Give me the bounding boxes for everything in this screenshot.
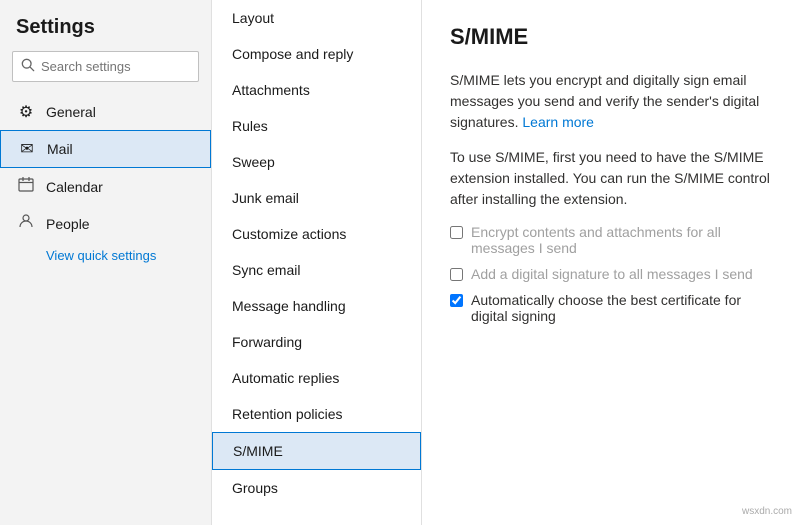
gear-icon: ⚙ <box>16 102 36 122</box>
learn-more-link[interactable]: Learn more <box>522 114 594 130</box>
middle-item-groups[interactable]: Groups <box>212 470 421 506</box>
sidebar-item-mail[interactable]: ✉ Mail <box>0 130 211 168</box>
checkbox-row-autocert: Automatically choose the best certificat… <box>450 292 772 324</box>
sidebar-item-label-calendar: Calendar <box>46 179 103 195</box>
mail-icon: ✉ <box>17 139 37 159</box>
sidebar-item-label-general: General <box>46 104 96 120</box>
calendar-icon <box>16 176 36 197</box>
main-content: S/MIME S/MIME lets you encrypt and digit… <box>422 0 800 525</box>
middle-panel: Layout Compose and reply Attachments Rul… <box>212 0 422 525</box>
description-2: To use S/MIME, first you need to have th… <box>450 147 772 210</box>
middle-item-forwarding[interactable]: Forwarding <box>212 324 421 360</box>
people-icon <box>16 213 36 234</box>
sidebar-item-general[interactable]: ⚙ General <box>0 94 211 130</box>
sidebar-item-label-people: People <box>46 216 90 232</box>
watermark: wsxdn.com <box>742 506 792 517</box>
middle-item-rules[interactable]: Rules <box>212 108 421 144</box>
sidebar-item-label-mail: Mail <box>47 141 73 157</box>
sidebar: Settings ⚙ General ✉ Mail Calendar <box>0 0 212 525</box>
signature-label: Add a digital signature to all messages … <box>471 266 753 282</box>
middle-item-sync[interactable]: Sync email <box>212 252 421 288</box>
checkbox-row-encrypt: Encrypt contents and attachments for all… <box>450 224 772 256</box>
sidebar-item-calendar[interactable]: Calendar <box>0 168 211 205</box>
app-title: Settings <box>0 16 211 51</box>
middle-item-sweep[interactable]: Sweep <box>212 144 421 180</box>
middle-item-smime[interactable]: S/MIME <box>212 432 421 470</box>
middle-item-junk[interactable]: Junk email <box>212 180 421 216</box>
description-1: S/MIME lets you encrypt and digitally si… <box>450 70 772 133</box>
sidebar-item-people[interactable]: People <box>0 205 211 242</box>
middle-item-customize[interactable]: Customize actions <box>212 216 421 252</box>
middle-item-message[interactable]: Message handling <box>212 288 421 324</box>
encrypt-checkbox[interactable] <box>450 226 463 239</box>
middle-item-compose[interactable]: Compose and reply <box>212 36 421 72</box>
encrypt-label: Encrypt contents and attachments for all… <box>471 224 772 256</box>
search-input[interactable] <box>41 59 190 74</box>
search-box[interactable] <box>12 51 199 82</box>
checkbox-row-signature: Add a digital signature to all messages … <box>450 266 772 282</box>
page-title: S/MIME <box>450 24 772 50</box>
middle-item-auto[interactable]: Automatic replies <box>212 360 421 396</box>
middle-item-layout[interactable]: Layout <box>212 0 421 36</box>
search-icon <box>21 58 35 75</box>
autocert-label: Automatically choose the best certificat… <box>471 292 772 324</box>
middle-item-attachments[interactable]: Attachments <box>212 72 421 108</box>
autocert-checkbox[interactable] <box>450 294 463 307</box>
signature-checkbox[interactable] <box>450 268 463 281</box>
view-quick-settings-link[interactable]: View quick settings <box>0 242 211 269</box>
middle-item-retention[interactable]: Retention policies <box>212 396 421 432</box>
